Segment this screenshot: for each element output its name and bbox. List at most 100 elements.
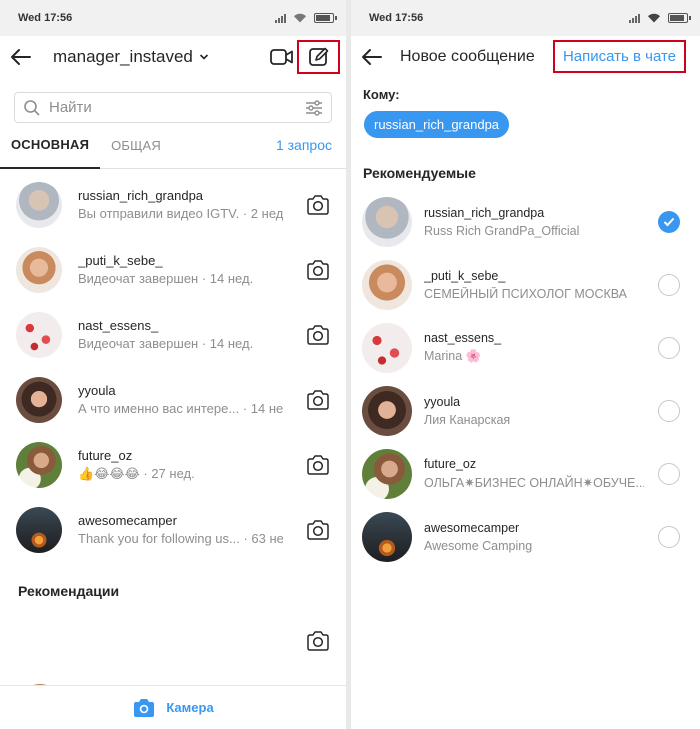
camera-bar[interactable]: Камера bbox=[0, 685, 346, 729]
status-bar: Wed 17:56 bbox=[351, 0, 700, 36]
thread-time: · 63 нед. bbox=[243, 531, 283, 546]
account-username[interactable]: manager_instaved bbox=[53, 47, 193, 67]
thread-username: yyoula bbox=[78, 383, 116, 398]
thread-preview: Видеочат завершен bbox=[78, 336, 199, 351]
chevron-down-icon[interactable] bbox=[199, 52, 209, 62]
suggested-fullname: СЕМЕЙНЫЙ ПСИХОЛОГ МОСКВА bbox=[424, 286, 628, 301]
thread-preview: Thank you for following us... bbox=[78, 531, 240, 546]
avatar bbox=[16, 181, 62, 228]
thread-row[interactable]: yyoula А что именно вас интере... · 14 н… bbox=[0, 367, 346, 432]
suggested-row[interactable]: russian_rich_grandpa Russ Rich GrandPa_O… bbox=[351, 190, 700, 253]
suggested-list: russian_rich_grandpa Russ Rich GrandPa_O… bbox=[351, 190, 700, 568]
avatar bbox=[362, 511, 412, 562]
thread-row[interactable]: nast_essens_ Видеочат завершен · 14 нед. bbox=[0, 302, 346, 367]
wifi-icon bbox=[648, 13, 660, 23]
camera-icon[interactable] bbox=[306, 389, 330, 411]
camera-icon[interactable] bbox=[306, 259, 330, 281]
avatar bbox=[16, 441, 62, 488]
recommendations-title: Рекомендации bbox=[18, 583, 120, 599]
new-message-button[interactable] bbox=[297, 40, 340, 74]
search-icon bbox=[24, 99, 40, 116]
thread-list: russian_rich_grandpa Вы отправили видео … bbox=[0, 172, 346, 562]
avatar bbox=[362, 448, 412, 499]
checkmark-icon bbox=[663, 217, 675, 227]
search-bar bbox=[14, 92, 332, 123]
status-time: Wed 17:56 bbox=[18, 12, 73, 24]
new-message-screen: Wed 17:56 Новое сообщение Написать в чат… bbox=[351, 0, 700, 729]
recipient-label: Кому: bbox=[363, 87, 400, 102]
search-input[interactable] bbox=[49, 99, 305, 116]
suggested-fullname: Лия Канарская bbox=[424, 412, 511, 427]
thread-row[interactable]: _puti_k_sebe_ Видеочат завершен · 14 нед… bbox=[0, 237, 346, 302]
select-radio[interactable] bbox=[658, 211, 680, 233]
avatar bbox=[16, 506, 62, 553]
camera-icon[interactable] bbox=[306, 519, 330, 541]
suggested-row[interactable]: _puti_k_sebe_ СЕМЕЙНЫЙ ПСИХОЛОГ МОСКВА bbox=[351, 253, 700, 316]
thread-row[interactable]: russian_rich_grandpa Вы отправили видео … bbox=[0, 172, 346, 237]
suggested-row[interactable]: awesomecamper Awesome Camping bbox=[351, 505, 700, 568]
camera-icon[interactable] bbox=[306, 454, 330, 476]
wifi-icon bbox=[294, 13, 306, 23]
back-arrow-icon[interactable] bbox=[9, 45, 33, 69]
select-radio[interactable] bbox=[658, 400, 680, 422]
page-title: Новое сообщение bbox=[400, 48, 535, 65]
status-icons bbox=[629, 13, 691, 23]
selected-recipient-chip[interactable]: russian_rich_grandpa bbox=[364, 111, 510, 138]
back-arrow-icon[interactable] bbox=[360, 45, 384, 69]
thread-time: · 27 нед. bbox=[143, 465, 195, 481]
status-bar: Wed 17:56 bbox=[0, 0, 346, 36]
suggested-row[interactable]: nast_essens_ Marina 🌸 bbox=[351, 316, 700, 379]
suggested-title: Рекомендуемые bbox=[363, 165, 476, 181]
avatar bbox=[362, 322, 412, 373]
status-time: Wed 17:56 bbox=[369, 12, 424, 24]
thread-preview: Вы отправили видео IGTV. bbox=[78, 206, 240, 221]
suggested-username: yyoula bbox=[424, 394, 461, 409]
camera-icon[interactable] bbox=[306, 630, 330, 652]
status-icons bbox=[275, 13, 337, 23]
suggested-username: future_oz bbox=[424, 457, 477, 471]
camera-icon[interactable] bbox=[306, 324, 330, 346]
thread-username: _puti_k_sebe_ bbox=[78, 253, 163, 268]
thread-username: future_oz bbox=[78, 447, 133, 463]
avatar bbox=[16, 311, 62, 358]
filter-icon[interactable] bbox=[305, 99, 323, 116]
inbox-tabs: ОСНОВНАЯ ОБЩАЯ 1 запрос bbox=[0, 123, 346, 169]
video-call-icon[interactable] bbox=[270, 47, 294, 67]
suggested-fullname: Marina 🌸 bbox=[424, 349, 482, 363]
thread-time: · 14 нед. bbox=[201, 271, 254, 286]
camera-label: Камера bbox=[166, 700, 214, 715]
suggested-username: russian_rich_grandpa bbox=[424, 205, 545, 220]
camera-icon[interactable] bbox=[306, 194, 330, 216]
select-radio[interactable] bbox=[658, 337, 680, 359]
compose-icon bbox=[308, 47, 328, 66]
message-requests-link[interactable]: 1 запрос bbox=[276, 137, 332, 153]
select-radio[interactable] bbox=[658, 463, 680, 485]
select-radio[interactable] bbox=[658, 526, 680, 548]
suggested-username: awesomecamper bbox=[424, 520, 520, 535]
suggested-fullname: Russ Rich GrandPa_Official bbox=[424, 223, 580, 238]
thread-username: awesomecamper bbox=[78, 513, 177, 528]
suggested-row[interactable]: future_oz ОЛЬГА✷БИЗНЕС ОНЛАЙН✷ОБУЧЕ... bbox=[351, 442, 700, 505]
tab-primary[interactable]: ОСНОВНАЯ bbox=[0, 123, 101, 169]
signal-icon bbox=[629, 13, 640, 23]
avatar bbox=[362, 259, 412, 310]
thread-username: russian_rich_grandpa bbox=[78, 188, 204, 203]
write-in-chat-button[interactable]: Написать в чате bbox=[553, 40, 686, 73]
direct-inbox-screen: Wed 17:56 manager_instaved ОСНОВНАЯ ОБЩА… bbox=[0, 0, 346, 729]
camera-icon bbox=[134, 698, 155, 717]
suggested-username: _puti_k_sebe_ bbox=[424, 268, 506, 283]
tab-general[interactable]: ОБЩАЯ bbox=[100, 123, 172, 169]
select-radio[interactable] bbox=[658, 274, 680, 296]
thread-preview: 👍😂😂😂 bbox=[78, 465, 140, 481]
suggested-username: nast_essens_ bbox=[424, 331, 502, 345]
thread-time: · 14 нед. bbox=[201, 336, 254, 351]
thread-row[interactable]: awesomecamper Thank you for following us… bbox=[0, 497, 346, 562]
avatar bbox=[16, 246, 62, 293]
signal-icon bbox=[275, 13, 286, 23]
suggested-row[interactable]: yyoula Лия Канарская bbox=[351, 379, 700, 442]
thread-row[interactable]: future_oz 👍😂😂😂 · 27 нед. bbox=[0, 432, 346, 497]
thread-time: · 2 нед. bbox=[242, 206, 283, 221]
thread-username: nast_essens_ bbox=[78, 318, 159, 333]
avatar bbox=[362, 196, 412, 247]
battery-icon bbox=[668, 13, 691, 23]
